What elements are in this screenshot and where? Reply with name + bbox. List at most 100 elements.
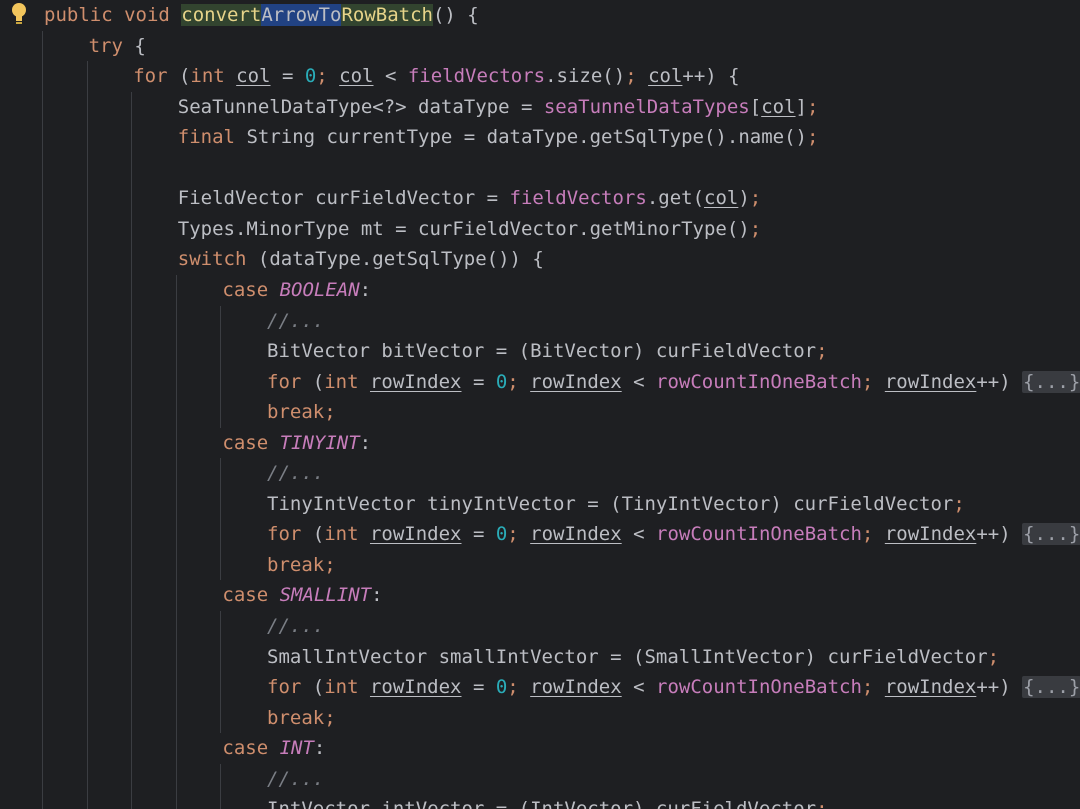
code-token: rowIndex: [530, 523, 622, 546]
code-token: ;: [861, 676, 885, 699]
code-line[interactable]: TinyIntVector tinyIntVector = (TinyIntVe…: [267, 489, 965, 519]
code-line[interactable]: final String currentType = dataType.getS…: [178, 122, 819, 152]
indent-guide: [86, 61, 88, 809]
code-line[interactable]: case INT:: [222, 733, 325, 763]
code-line[interactable]: try {: [89, 31, 146, 61]
code-token: ;: [861, 370, 885, 393]
code-token: col: [648, 65, 683, 88]
code-token: convert: [181, 4, 262, 26]
code-token: rowCountInOneBatch: [656, 523, 862, 546]
code-token: TINYINT: [279, 431, 360, 454]
code-line[interactable]: //...: [267, 611, 324, 641]
code-token: int: [190, 65, 237, 88]
code-line[interactable]: IntVector intVector = (IntVector) curFie…: [267, 794, 828, 809]
code-token: ;: [625, 65, 649, 88]
code-token: final: [177, 126, 247, 149]
indent-guide: [131, 91, 133, 809]
code-token: ++): [976, 370, 1023, 393]
code-line[interactable]: Types.MinorType mt = curFieldVector.getM…: [178, 214, 761, 244]
code-line[interactable]: for (int rowIndex = 0; rowIndex < rowCou…: [267, 519, 1080, 549]
code-line[interactable]: case BOOLEAN:: [222, 275, 371, 305]
code-token: rowIndex: [369, 676, 462, 699]
code-line[interactable]: for (int col = 0; col < fieldVectors.siz…: [133, 61, 739, 91]
code-line[interactable]: break;: [267, 397, 336, 427]
code-token: ;: [316, 65, 340, 88]
code-token: BitVector bitVector = (BitVector) curFie…: [267, 340, 817, 363]
code-token: :: [359, 431, 372, 454]
code-line[interactable]: SeaTunnelDataType<?> dataType = seaTunne…: [178, 92, 819, 122]
code-token: :: [371, 584, 383, 607]
code-editor[interactable]: public void convertArrowToRowBatch() {tr…: [0, 0, 1080, 809]
code-token: col: [236, 65, 271, 88]
code-token: {: [134, 34, 146, 57]
code-token: rowIndex: [884, 523, 977, 546]
code-token: :: [359, 278, 372, 301]
code-token: //...: [267, 309, 325, 332]
code-token: case: [222, 584, 280, 607]
code-token: ++): [976, 523, 1023, 546]
code-line[interactable]: switch (dataType.getSqlType()) {: [178, 244, 544, 274]
code-token: <: [621, 676, 657, 699]
code-token: SmallIntVector smallIntVector = (SmallIn…: [267, 645, 988, 668]
code-line[interactable]: //...: [267, 764, 324, 794]
code-token: (: [312, 523, 325, 546]
code-line[interactable]: //...: [267, 306, 324, 336]
code-token: [: [749, 95, 762, 118]
code-token: ;: [324, 553, 336, 576]
folded-code-block[interactable]: {...}: [1022, 370, 1080, 393]
code-token: ++) {: [682, 65, 740, 88]
code-line[interactable]: for (int rowIndex = 0; rowIndex < rowCou…: [267, 367, 1080, 397]
code-line[interactable]: BitVector bitVector = (BitVector) curFie…: [267, 336, 828, 366]
code-token: int: [324, 523, 370, 546]
code-token: for: [267, 676, 313, 699]
code-token: .get(: [646, 187, 705, 210]
code-token: rowIndex: [369, 370, 462, 393]
code-token: void: [124, 4, 182, 26]
folded-code-block[interactable]: {...}: [1022, 523, 1080, 546]
code-line[interactable]: break;: [267, 703, 336, 733]
code-token: for: [133, 65, 179, 88]
code-token: break: [267, 553, 325, 576]
code-token: <: [373, 65, 408, 88]
code-token: ;: [749, 187, 762, 210]
code-token: ArrowTo: [261, 4, 342, 26]
code-line[interactable]: for (int rowIndex = 0; rowIndex < rowCou…: [267, 672, 1080, 702]
code-token: //...: [267, 615, 325, 637]
code-line[interactable]: case TINYINT:: [222, 428, 371, 458]
code-token: TinyIntVector tinyIntVector = (TinyIntVe…: [267, 492, 954, 515]
code-token: () {: [432, 4, 479, 26]
code-token: ;: [324, 706, 336, 729]
code-token: case: [222, 431, 280, 454]
code-token: 0: [495, 523, 508, 546]
code-line[interactable]: //...: [267, 458, 324, 488]
code-token: //...: [267, 462, 325, 485]
indent-guide: [220, 305, 222, 428]
code-token: for: [267, 523, 313, 546]
code-token: SMALLINT: [279, 584, 372, 607]
code-line[interactable]: SmallIntVector smallIntVector = (SmallIn…: [267, 642, 999, 672]
code-token: =: [461, 523, 496, 546]
code-token: ]: [795, 95, 807, 118]
code-token: col: [761, 95, 796, 118]
code-token: String currentType = dataType.getSqlType…: [246, 126, 807, 149]
code-line[interactable]: FieldVector curFieldVector = fieldVector…: [178, 183, 761, 213]
code-line[interactable]: case SMALLINT:: [222, 580, 382, 610]
code-token: 0: [495, 676, 508, 699]
code-token: 0: [495, 370, 508, 393]
code-token: ;: [861, 523, 885, 546]
code-token: switch: [177, 248, 258, 271]
code-token: rowCountInOneBatch: [656, 676, 862, 699]
code-token: =: [461, 370, 496, 393]
lightbulb-icon[interactable]: [11, 2, 27, 26]
code-line[interactable]: break;: [267, 550, 336, 580]
indent-guide: [220, 458, 222, 581]
code-token: try: [88, 34, 135, 57]
code-token: break: [267, 401, 325, 424]
code-token: <: [621, 370, 657, 393]
code-token: (: [312, 676, 325, 699]
code-token: seaTunnelDataTypes: [543, 95, 750, 118]
code-token: fieldVectors: [407, 65, 546, 88]
folded-code-block[interactable]: {...}: [1022, 676, 1080, 699]
code-token: rowIndex: [530, 370, 622, 393]
code-line[interactable]: public void convertArrowToRowBatch() {: [44, 0, 479, 30]
